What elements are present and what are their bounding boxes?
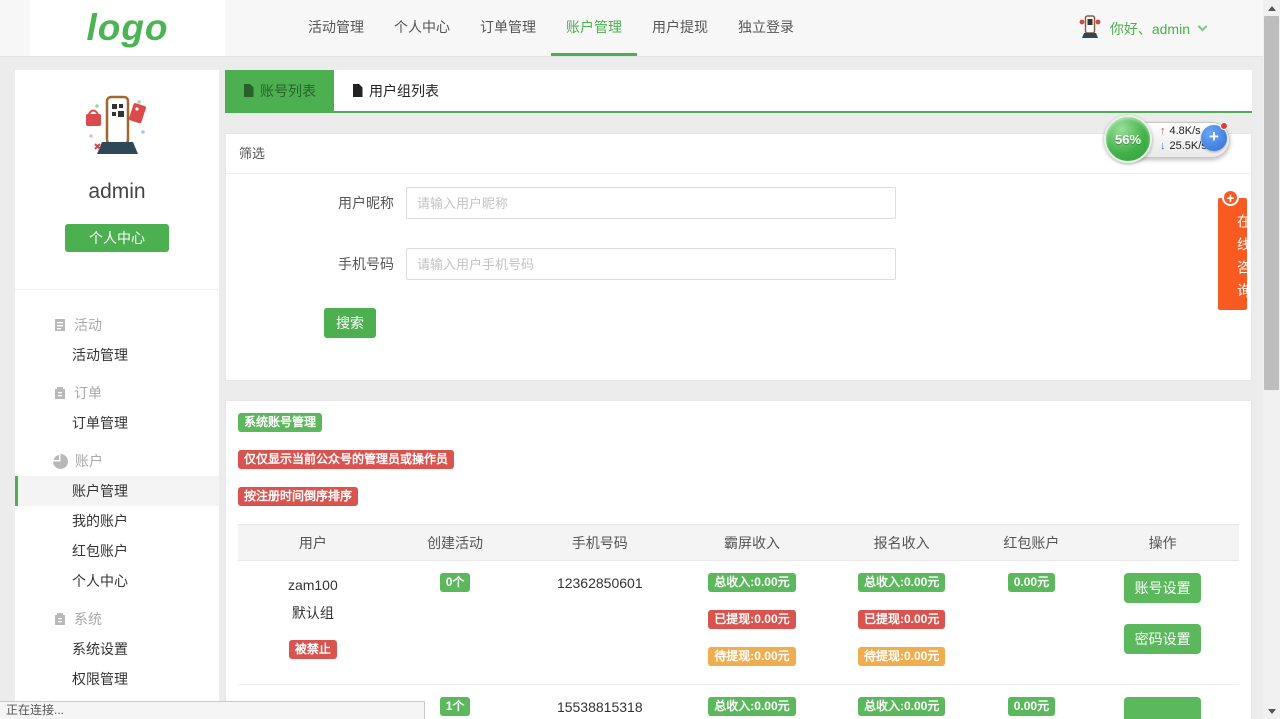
account-settings-button[interactable]	[1124, 697, 1201, 719]
scroll-up-icon	[1268, 6, 1276, 11]
main-content: 账号列表 用户组列表 筛选 用户昵称 手机号码 搜索 系统账号管理 仅仅显示当前…	[225, 70, 1252, 719]
avatar	[81, 92, 153, 167]
sidebar-item-system-settings[interactable]: 系统设置	[15, 634, 219, 664]
screen-total-badge: 总收入:0.00元	[708, 697, 795, 716]
sidebar-item-personal-center[interactable]: 个人中心	[15, 566, 219, 596]
nav-item-activity-management[interactable]: 活动管理	[293, 0, 379, 56]
page-scrollbar[interactable]	[1263, 0, 1280, 719]
sidebar: admin 个人中心 活动 活动管理 订单 订单管理 账户 账户管理 我的账户 …	[15, 70, 219, 719]
tab-user-group-list[interactable]: 用户组列表	[334, 70, 457, 111]
sidebar-menu: 活动 活动管理 订单 订单管理 账户 账户管理 我的账户 红包账户 个人中心 系…	[15, 290, 219, 719]
upload-arrow-icon: ↑	[1160, 124, 1166, 139]
menu-section-order: 订单	[15, 378, 219, 408]
activities-badge: 0个	[440, 573, 471, 592]
nav-item-user-withdraw[interactable]: 用户提现	[637, 0, 723, 56]
phone-input[interactable]	[406, 248, 896, 280]
menu-section-activity: 活动	[15, 310, 219, 340]
sidebar-item-permission-management[interactable]: 权限管理	[15, 664, 219, 694]
signup-pending-badge: 待提现:0.00元	[858, 647, 945, 666]
menu-section-system: 系统	[15, 604, 219, 634]
redpacket-badge: 0.00元	[1008, 573, 1055, 592]
redpacket-badge: 0.00元	[1008, 697, 1055, 716]
badge-sort-note: 按注册时间倒序排序	[238, 487, 358, 506]
top-header: logo 活动管理 个人中心 订单管理 账户管理 用户提现 独立登录 你好、ad…	[0, 0, 1280, 57]
nickname-label: 用户昵称	[326, 193, 394, 213]
signup-total-badge: 总收入:0.00元	[858, 573, 945, 592]
scroll-up-button[interactable]	[1263, 0, 1280, 16]
table-header: 用户 创建活动 手机号码 霸屏收入 报名收入 红包账户 操作	[238, 524, 1239, 561]
speed-monitor-widget[interactable]: 56% ↑4.8K/s ↓25.5K/s +	[1104, 115, 1230, 163]
activities-badge: 1个	[440, 697, 471, 716]
screen-total-badge: 总收入:0.00元	[708, 573, 795, 592]
online-consult-button[interactable]: + 在线咨询	[1218, 198, 1247, 310]
download-arrow-icon: ↓	[1160, 139, 1166, 154]
tab-account-list[interactable]: 账号列表	[225, 70, 334, 111]
col-actions: 操作	[1086, 525, 1239, 560]
file-icon	[352, 84, 363, 97]
account-panel: 系统账号管理 仅仅显示当前公众号的管理员或操作员 按注册时间倒序排序 用户 创建…	[225, 400, 1252, 719]
col-screen-income: 霸屏收入	[677, 525, 827, 560]
memory-percent-ball[interactable]: 56%	[1104, 115, 1152, 163]
browser-status-bar: 正在连接...	[0, 701, 425, 719]
badge-admin-only-note: 仅仅显示当前公众号的管理员或操作员	[238, 450, 454, 469]
password-settings-button[interactable]: 密码设置	[1124, 624, 1201, 654]
account-settings-button[interactable]: 账号设置	[1124, 573, 1201, 603]
nickname-input[interactable]	[406, 187, 896, 219]
user-group: 默认组	[292, 603, 334, 623]
status-badge: 被禁止	[289, 640, 337, 659]
signup-total-badge: 总收入:0.00元	[858, 697, 945, 716]
signup-withdrawn-badge: 已提现:0.00元	[858, 610, 945, 629]
sidebar-item-activity-management[interactable]: 活动管理	[15, 340, 219, 370]
sidebar-item-my-account[interactable]: 我的账户	[15, 506, 219, 536]
doc-icon	[53, 318, 67, 332]
filter-title: 筛选	[226, 134, 1251, 174]
network-rates: ↑4.8K/s ↓25.5K/s	[1160, 124, 1207, 154]
tab-bar: 账号列表 用户组列表	[225, 70, 1252, 113]
plus-circle-icon: +	[1222, 189, 1239, 206]
sidebar-item-account-management[interactable]: 账户管理	[15, 476, 219, 506]
col-phone: 手机号码	[522, 525, 677, 560]
scroll-down-icon	[1268, 709, 1276, 714]
upload-speed: 4.8K/s	[1170, 124, 1201, 139]
file-icon	[243, 84, 254, 97]
col-redpacket-account: 红包账户	[977, 525, 1087, 560]
chevron-down-icon	[1198, 22, 1208, 32]
personal-center-button[interactable]: 个人中心	[65, 224, 169, 252]
screen-withdrawn-badge: 已提现:0.00元	[708, 610, 795, 629]
phone-number: 12362850601	[557, 575, 643, 591]
user-avatar-icon	[1079, 14, 1101, 43]
phone-number: 15538815318	[557, 699, 643, 715]
user-greeting: 你好、admin	[1110, 19, 1190, 39]
sidebar-item-order-management[interactable]: 订单管理	[15, 408, 219, 438]
nav-item-independent-login[interactable]: 独立登录	[723, 0, 809, 56]
nav-item-account-management[interactable]: 账户管理	[551, 0, 637, 56]
badge-system-account: 系统账号管理	[238, 413, 322, 432]
menu-section-account: 账户	[15, 446, 219, 476]
table-row: zam100 默认组 被禁止 0个 12362850601 总收入:0.00元 …	[238, 561, 1239, 685]
col-user: 用户	[238, 525, 388, 560]
sidebar-item-redpacket-account[interactable]: 红包账户	[15, 536, 219, 566]
logo[interactable]: logo	[30, 0, 225, 56]
sidebar-username: admin	[15, 180, 219, 204]
scroll-down-button[interactable]	[1263, 703, 1280, 719]
phone-label: 手机号码	[326, 254, 394, 274]
user-name: zam100	[288, 575, 338, 595]
search-button[interactable]: 搜索	[324, 308, 376, 338]
scrollbar-thumb[interactable]	[1264, 16, 1279, 390]
clipboard-icon	[53, 386, 67, 400]
accounts-table: 用户 创建活动 手机号码 霸屏收入 报名收入 红包账户 操作 zam100 默认…	[238, 524, 1239, 719]
top-nav: 活动管理 个人中心 订单管理 账户管理 用户提现 独立登录	[293, 0, 809, 56]
user-menu[interactable]: 你好、admin	[1079, 0, 1206, 57]
nav-item-personal-center[interactable]: 个人中心	[379, 0, 465, 56]
screen-pending-badge: 待提现:0.00元	[708, 647, 795, 666]
col-activities: 创建活动	[388, 525, 523, 560]
clipboard-icon	[53, 612, 67, 626]
pie-chart-icon	[53, 454, 68, 469]
logo-text: logo	[86, 7, 168, 49]
nav-item-order-management[interactable]: 订单管理	[465, 0, 551, 56]
consult-label: 在线咨询	[1225, 214, 1254, 306]
notification-dot	[1220, 122, 1228, 130]
col-signup-income: 报名收入	[827, 525, 977, 560]
filter-panel: 筛选 用户昵称 手机号码 搜索	[225, 133, 1252, 381]
